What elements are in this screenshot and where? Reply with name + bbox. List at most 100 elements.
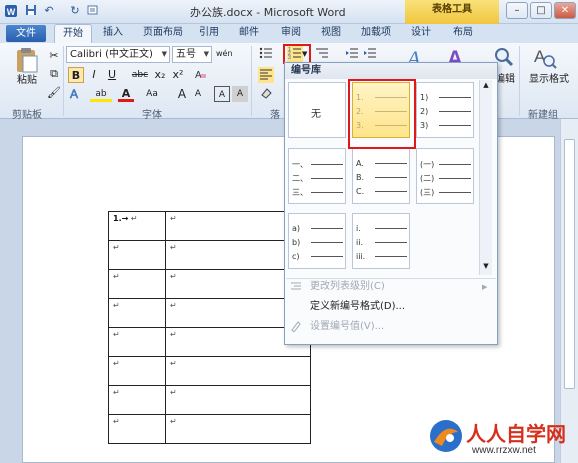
numbering-library-title: 编号库 xyxy=(285,63,497,79)
paste-button[interactable]: 粘贴 xyxy=(10,74,44,88)
numbering-format-none[interactable]: 无 xyxy=(288,82,346,138)
paste-icon[interactable] xyxy=(12,46,42,76)
tab-layout[interactable]: 布局 xyxy=(448,24,478,43)
tab-insert[interactable]: 插入 xyxy=(96,24,130,43)
bold-button[interactable]: B xyxy=(68,67,84,83)
table-row[interactable]: ↵ ↵ xyxy=(108,298,311,328)
superscript-button[interactable]: x² xyxy=(170,67,186,83)
clear-formatting-icon[interactable]: A xyxy=(192,67,208,83)
numbering-format-decimal-paren[interactable]: 1) 2) 3) xyxy=(416,82,474,138)
numbering-sample-row: ii. xyxy=(356,238,407,247)
align-left-icon[interactable] xyxy=(258,67,274,83)
table-cell[interactable]: ↵ xyxy=(108,240,166,270)
word-app-icon[interactable]: W xyxy=(4,4,18,18)
tab-home[interactable]: 开始 xyxy=(54,24,92,43)
cell-mark: ↵ xyxy=(113,330,120,339)
redo-icon[interactable]: ↻ xyxy=(68,4,82,18)
cut-icon[interactable]: ✂ xyxy=(46,48,62,64)
tab-references[interactable]: 引用 xyxy=(194,24,224,43)
increase-indent-icon[interactable] xyxy=(362,46,378,62)
show-format-icon[interactable]: A xyxy=(532,44,558,70)
table-row[interactable]: ↵ ↵ xyxy=(108,269,311,299)
minimize-button[interactable]: – xyxy=(506,2,528,19)
italic-button[interactable]: I xyxy=(86,67,102,83)
numbering-marker: 1) xyxy=(420,93,429,102)
cell-mark: ↵ xyxy=(170,388,177,397)
tab-file[interactable]: 文件 xyxy=(6,25,46,42)
multilevel-list-icon[interactable] xyxy=(314,46,330,62)
vertical-scrollbar[interactable] xyxy=(560,119,578,463)
numbering-format-lower-roman[interactable]: i. ii. iii. xyxy=(352,213,410,269)
watermark-logo-icon xyxy=(430,420,462,452)
table-cell[interactable]: ↵ xyxy=(108,385,166,415)
table-row[interactable]: ↵ ↵ xyxy=(108,240,311,270)
table-cell[interactable]: ↵ xyxy=(108,414,166,444)
show-format-button[interactable]: 显示格式 xyxy=(522,73,576,87)
grow-font-button[interactable]: A xyxy=(174,86,190,102)
cell-mark: ↵ xyxy=(128,214,138,223)
numbering-sample-row: c) xyxy=(292,252,343,261)
table-cell[interactable]: 1.→ ↵ xyxy=(108,211,166,241)
undo-icon[interactable]: ↶ xyxy=(42,4,56,18)
phonetic-guide-button[interactable]: wén xyxy=(216,46,233,62)
numbering-format-cjk-paren[interactable]: (一) (二) (三) xyxy=(416,148,474,204)
tab-addins[interactable]: 加载项 xyxy=(356,24,396,43)
table-cell[interactable]: ↵ xyxy=(165,385,311,415)
table-cell[interactable]: ↵ xyxy=(108,269,166,299)
table-row[interactable]: ↵ ↵ xyxy=(108,327,311,357)
char-border-button[interactable]: A xyxy=(214,86,230,102)
numbering-format-lower-alpha[interactable]: a) b) c) xyxy=(288,213,346,269)
table-cell[interactable]: ↵ xyxy=(108,298,166,328)
strikethrough-button[interactable]: abc xyxy=(130,67,150,83)
tab-design[interactable]: 设计 xyxy=(406,24,436,43)
scroll-thumb[interactable] xyxy=(564,139,575,389)
font-size-value: 五号 xyxy=(176,49,196,60)
char-shading-button[interactable]: A xyxy=(232,86,248,102)
numbering-format-upper-alpha[interactable]: A. B. C. xyxy=(352,148,410,204)
numbering-line-sample xyxy=(375,242,407,243)
tab-review[interactable]: 审阅 xyxy=(276,24,306,43)
numbering-marker: (一) xyxy=(420,160,435,169)
shrink-font-button[interactable]: A xyxy=(190,86,206,102)
format-painter-icon[interactable]: 🖌 xyxy=(46,85,62,101)
font-size-combo[interactable]: 五号 ▼ xyxy=(172,46,212,63)
customize-toolbar-icon[interactable] xyxy=(86,4,100,18)
table-row[interactable]: ↵ ↵ xyxy=(108,356,311,386)
bullets-icon[interactable] xyxy=(258,46,274,62)
cell-mark: ↵ xyxy=(113,388,120,397)
table-cell[interactable]: ↵ xyxy=(165,356,311,386)
set-numbering-value-item[interactable]: 设置编号值(V)... xyxy=(310,317,384,337)
maximize-button[interactable]: □ xyxy=(530,2,552,19)
font-name-combo[interactable]: Calibri (中文正文) ▼ xyxy=(66,46,170,63)
tab-mailings[interactable]: 邮件 xyxy=(234,24,264,43)
scroll-down-icon[interactable]: ▼ xyxy=(481,262,491,272)
change-case-button[interactable]: Aa xyxy=(142,86,162,102)
save-icon[interactable] xyxy=(24,4,38,18)
gallery-scrollbar[interactable]: ▲ ▼ xyxy=(479,80,492,275)
table-row[interactable]: ↵ ↵ xyxy=(108,385,311,415)
define-new-number-format-item[interactable]: 定义新编号格式(D)... xyxy=(310,297,405,317)
table-cell[interactable]: ↵ xyxy=(165,414,311,444)
table-cell[interactable]: ↵ xyxy=(108,327,166,357)
underline-button[interactable]: U xyxy=(104,67,120,83)
numbering-line-sample xyxy=(439,192,471,193)
shading-icon[interactable] xyxy=(258,86,274,102)
highlight-color-button[interactable]: ab xyxy=(90,86,112,102)
tab-view[interactable]: 视图 xyxy=(316,24,346,43)
table-cell[interactable]: ↵ xyxy=(108,356,166,386)
text-effects-icon[interactable]: A xyxy=(68,86,84,102)
table-row[interactable]: ↵ ↵ xyxy=(108,414,311,444)
table-row[interactable]: 1.→ ↵ ↵ xyxy=(108,211,311,241)
close-button[interactable]: ✕ xyxy=(554,2,576,19)
scroll-up-icon[interactable]: ▲ xyxy=(481,81,491,91)
subscript-button[interactable]: x₂ xyxy=(152,67,168,83)
decrease-indent-icon[interactable] xyxy=(344,46,360,62)
numbering-line-sample xyxy=(375,163,407,164)
copy-icon[interactable]: ⧉ xyxy=(46,66,62,82)
numbering-sample-row: (三) xyxy=(420,187,471,198)
numbering-format-cjk-comma[interactable]: 一、 二、 三、 xyxy=(288,148,346,204)
font-color-button[interactable]: A xyxy=(118,86,134,102)
tab-page-layout[interactable]: 页面布局 xyxy=(138,24,188,43)
document-table[interactable]: 1.→ ↵ ↵ ↵ ↵ ↵ ↵ ↵ ↵ ↵ ↵ ↵ ↵ ↵ ↵ ↵ ↵ xyxy=(108,211,311,444)
change-list-level-item[interactable]: 更改列表级别(C) xyxy=(310,277,385,297)
